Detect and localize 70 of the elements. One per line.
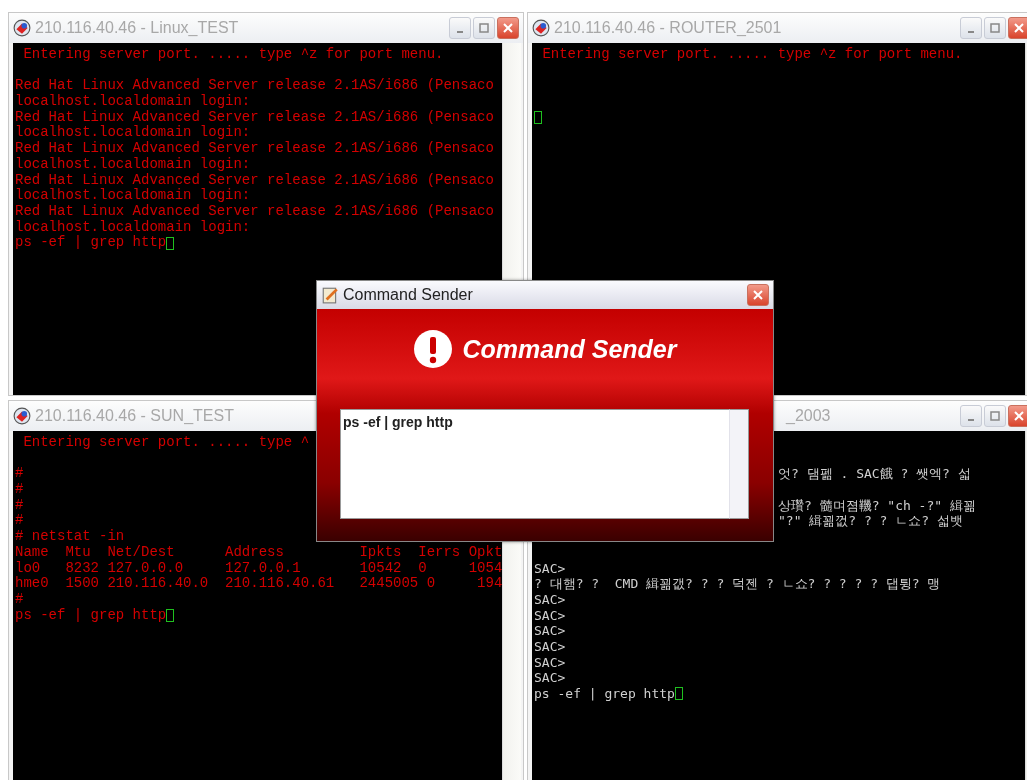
maximize-button[interactable] xyxy=(473,17,495,39)
terminal-line: hme0 1500 210.116.40.0 210.116.40.61 2445005 0 194 xyxy=(15,576,502,592)
globe-icon xyxy=(532,19,550,37)
terminal-line: 상瓚? 髓며졈鞿? "ch -?" 緝꾊 xyxy=(778,497,976,514)
close-icon xyxy=(753,290,763,300)
dialog-title: Command Sender xyxy=(343,286,473,304)
terminal-line: Red Hat Linux Advanced Server release 2.1AS/i686 (Pensaco xyxy=(15,141,494,157)
terminal-line: SAC> xyxy=(534,591,566,608)
terminal-line: lo0 8232 127.0.0.0 127.0.0.1 10542 0 1054 xyxy=(15,560,502,576)
terminal-line: Entering server port. ..... type ^z for port menu. xyxy=(541,47,963,63)
terminal-line: Red Hat Linux Advanced Server release 2.1AS/i686 (Pensaco xyxy=(15,172,494,188)
window-title: 210.116.40.46 - SUN_TEST xyxy=(35,407,234,425)
terminal-line: # xyxy=(15,466,24,483)
terminal-line: SAC> xyxy=(534,638,566,655)
terminal-line: # xyxy=(15,482,24,498)
minimize-button[interactable] xyxy=(960,17,982,39)
terminal-line: Red Hat Linux Advanced Server release 2.1AS/i686 (Pensaco xyxy=(15,203,494,220)
terminal-line: ps -ef | grep http xyxy=(15,235,167,251)
window-title: 210.116.40.46 - Linux_TEST xyxy=(35,19,239,37)
terminal-line: # xyxy=(15,591,24,608)
terminal-line: SAC> xyxy=(534,607,566,624)
terminal-line: ps -ef | grep http xyxy=(15,607,167,624)
terminal-line: localhost.localdomain login: xyxy=(15,156,251,173)
terminal-line: Name Mtu Net/Dest Address Ipkts Ierrs Opkt xyxy=(15,544,502,561)
close-button[interactable] xyxy=(497,17,519,39)
terminal-line: ps -ef | grep http xyxy=(534,686,675,702)
maximize-icon xyxy=(990,23,1000,33)
terminal-line: Entering server port. ..... type ^z for port menu. xyxy=(22,47,444,63)
window-title: _2003 xyxy=(786,407,831,425)
terminal-line: SAC> xyxy=(534,623,566,639)
terminal-line: localhost.localdomain login: xyxy=(15,94,251,110)
terminal-line: localhost.localdomain login: xyxy=(15,219,251,235)
dialog-heading: Command Sender xyxy=(462,334,677,364)
terminal-line: # netstat -in xyxy=(15,529,125,545)
minimize-button[interactable] xyxy=(449,17,471,39)
close-icon xyxy=(503,23,513,33)
terminal-line: Entering server port. ..... type ^ xyxy=(22,435,310,451)
terminal-line: Red Hat Linux Advanced Server release 2.1AS/i686 (Pensaco xyxy=(15,109,494,125)
command-input[interactable]: ps -ef | grep http xyxy=(340,409,729,519)
scrollbar[interactable] xyxy=(729,409,749,519)
minimize-icon xyxy=(968,31,974,33)
close-button[interactable] xyxy=(1008,17,1027,39)
text-cursor xyxy=(534,111,542,125)
window-title: 210.116.40.46 - ROUTER_2501 xyxy=(554,19,782,37)
maximize-button[interactable] xyxy=(984,17,1006,39)
terminal-line: ? 대햄? ? CMD 緝꾊갮? ? ? 덕젠 ? ㄴ쇼? ? ? ? ? 댑튕? 맹 xyxy=(534,576,941,592)
globe-icon xyxy=(13,19,31,37)
terminal-line: "?" 緝꾊껎? ? ? ㄴ쇼? 섧뱃 xyxy=(778,513,963,530)
maximize-button[interactable] xyxy=(984,405,1006,427)
notepad-icon xyxy=(321,286,339,304)
terminal-line: localhost.localdomain login: xyxy=(15,125,251,141)
minimize-button[interactable] xyxy=(960,405,982,427)
close-button[interactable] xyxy=(1008,405,1027,427)
terminal-line: # xyxy=(15,497,24,514)
terminal-line: SAC> xyxy=(534,654,566,671)
maximize-icon xyxy=(479,23,489,33)
maximize-icon xyxy=(990,411,1000,421)
exclamation-icon xyxy=(412,329,453,369)
minimize-icon xyxy=(968,419,974,421)
close-button[interactable] xyxy=(747,284,769,306)
globe-icon xyxy=(13,407,31,425)
terminal-line: localhost.localdomain login: xyxy=(15,188,251,204)
terminal-line: SAC> xyxy=(534,560,566,577)
close-icon xyxy=(1014,411,1024,421)
terminal-line: Red Hat Linux Advanced Server release 2.1AS/i686 (Pensaco xyxy=(15,78,494,94)
terminal-line: SAC> xyxy=(534,670,566,686)
close-icon xyxy=(1014,23,1024,33)
terminal-line: 엇? 댐펢 . SAC餓 ? 쌧엑? 섧 xyxy=(778,466,971,483)
terminal-line: # xyxy=(15,513,24,530)
minimize-icon xyxy=(457,31,463,33)
